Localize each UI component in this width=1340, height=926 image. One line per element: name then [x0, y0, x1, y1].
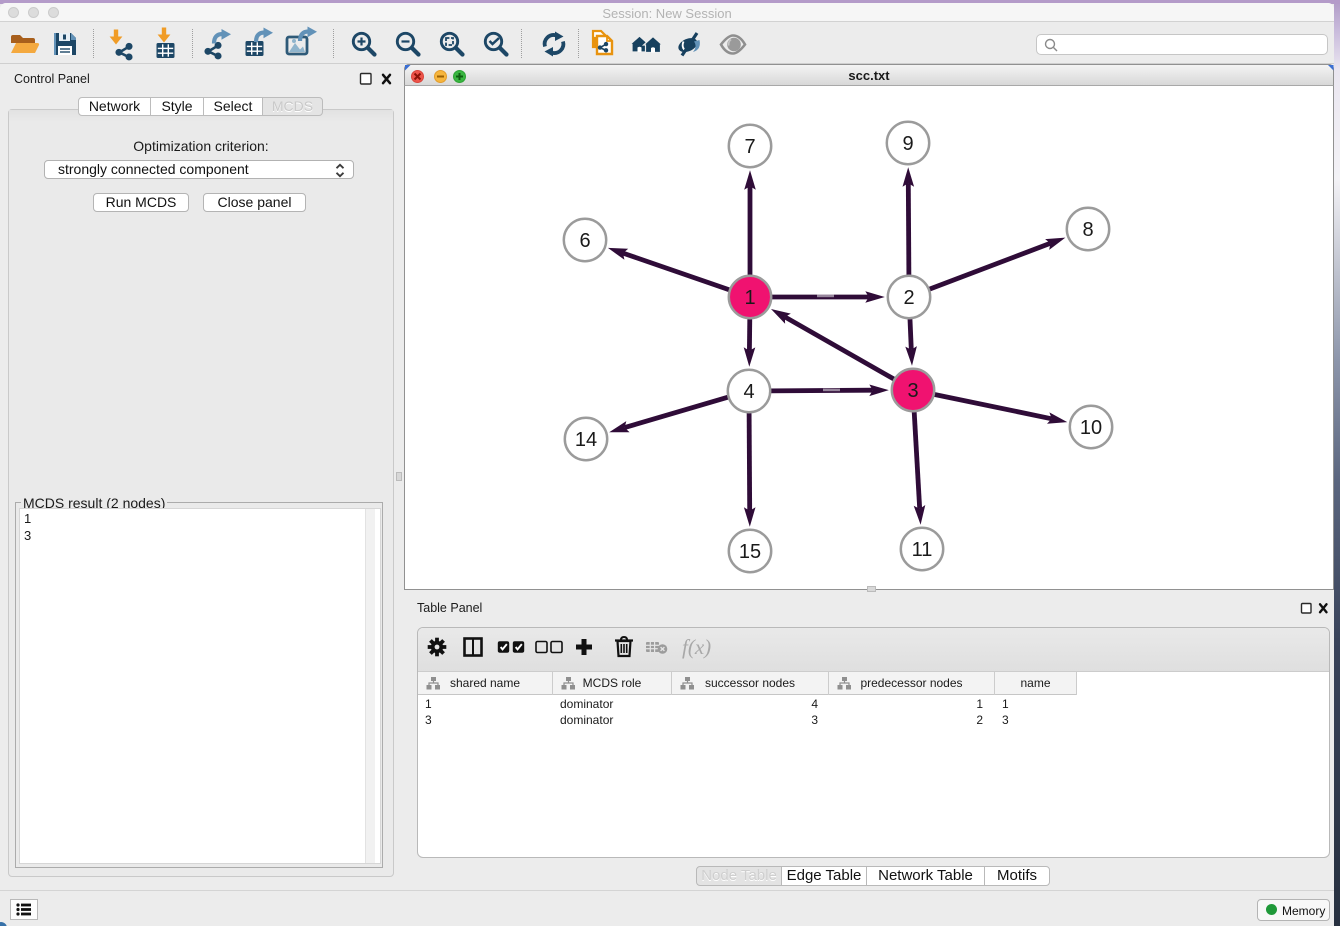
svg-text:2: 2 [903, 287, 914, 309]
svg-text:8: 8 [1082, 219, 1093, 241]
svg-text:3: 3 [907, 380, 918, 402]
svg-text:14: 14 [575, 429, 597, 451]
svg-text:1: 1 [744, 287, 755, 309]
svg-text:6: 6 [579, 230, 590, 252]
svg-text:11: 11 [912, 539, 933, 561]
svg-text:7: 7 [744, 136, 755, 158]
svg-text:15: 15 [739, 541, 761, 563]
svg-text:9: 9 [902, 133, 913, 155]
svg-text:4: 4 [743, 381, 754, 403]
svg-text:f(x): f(x) [682, 635, 711, 659]
svg-text:10: 10 [1080, 417, 1102, 439]
